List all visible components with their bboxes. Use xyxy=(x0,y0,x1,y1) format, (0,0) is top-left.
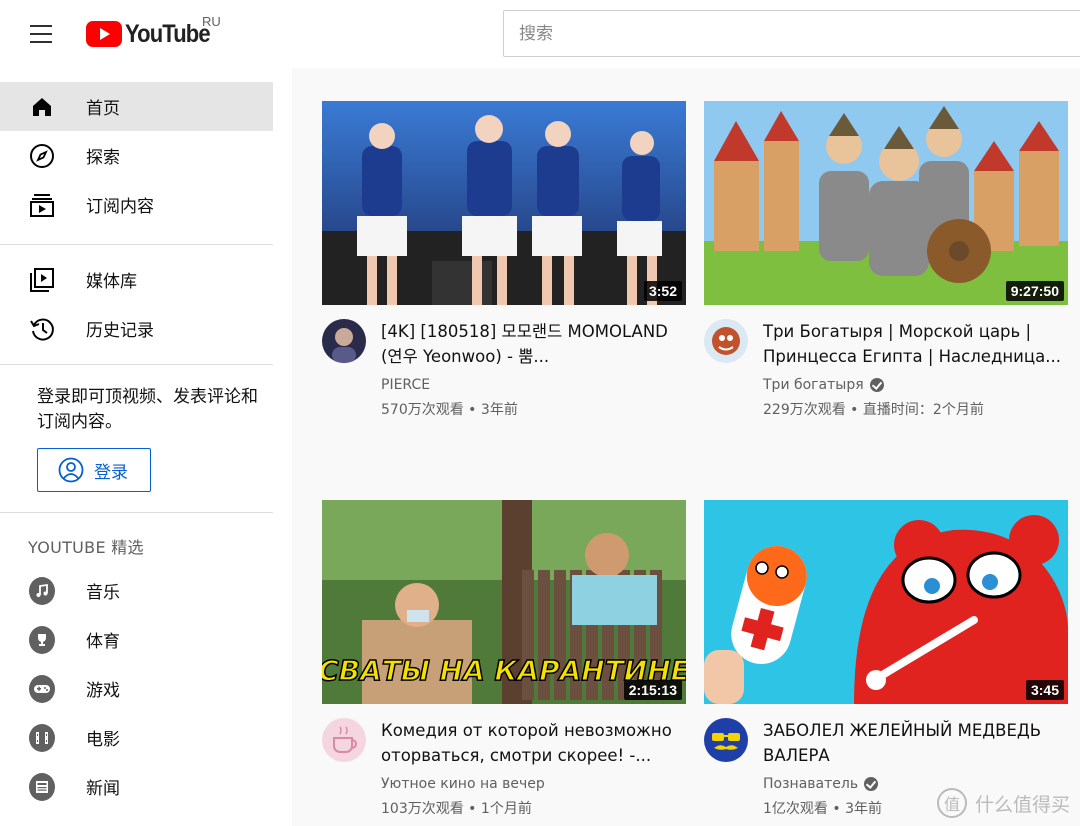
search-input[interactable] xyxy=(504,11,1080,56)
video-card[interactable]: 3:52 [4K] [180518] 모모랜드 MOMOLAND (연우 Yeo… xyxy=(322,101,686,418)
watermark-text: 什么值得买 xyxy=(974,793,1070,816)
video-duration: 3:45 xyxy=(1025,680,1064,700)
channel-name[interactable]: Уютное кино на вечер xyxy=(381,776,545,792)
sidebar-divider xyxy=(0,512,273,513)
video-grid: 3:52 [4K] [180518] 모모랜드 MOMOLAND (연우 Yeo… xyxy=(292,68,1080,826)
channel-name[interactable]: Познаватель xyxy=(763,776,879,792)
sidebar-item-label: 首页 xyxy=(86,99,120,119)
verified-icon xyxy=(864,777,879,791)
history-icon xyxy=(29,316,55,342)
video-card[interactable]: 9:27:50 Три Богатыря | Морской царь | Пр… xyxy=(704,101,1068,418)
sidebar-item-movies[interactable]: 电影 xyxy=(0,713,273,762)
sidebar-item-label: 游戏 xyxy=(86,681,120,701)
top-bar: YouTube RU xyxy=(0,0,1080,68)
account-icon xyxy=(58,457,84,483)
video-meta: 103万次观看 • 1个月前 xyxy=(381,798,532,818)
channel-name[interactable]: PIERCE xyxy=(381,377,430,393)
sidebar-item-sports[interactable]: 体育 xyxy=(0,615,273,664)
sidebar-item-label: 媒体库 xyxy=(86,272,137,292)
video-thumbnail[interactable]: 3:45 xyxy=(704,500,1068,704)
video-duration: 2:15:13 xyxy=(623,680,682,700)
sidebar-item-label: 电影 xyxy=(86,730,120,750)
sidebar: 首页 探索 订阅内容 媒体库 历史记录 登录即可顶视频、发表评论和订阅内容。 登… xyxy=(0,68,292,826)
sidebar-item-subscriptions[interactable]: 订阅内容 xyxy=(0,180,273,229)
sidebar-item-home[interactable]: 首页 xyxy=(0,82,273,131)
channel-name[interactable]: Три богатыря xyxy=(763,377,884,393)
search-box[interactable] xyxy=(503,10,1080,57)
video-title[interactable]: [4K] [180518] 모모랜드 MOMOLAND (연우 Yeonwoo)… xyxy=(381,319,681,369)
sidebar-item-label: 探索 xyxy=(86,148,120,168)
menu-icon[interactable] xyxy=(26,20,56,48)
compass-icon xyxy=(29,143,55,169)
video-card[interactable]: СВАТЫ НА КАРАНТИНЕ 2:15:13 Комедия от ко… xyxy=(322,500,686,817)
channel-avatar[interactable] xyxy=(704,319,748,363)
sidebar-item-news[interactable]: 新闻 xyxy=(0,762,273,811)
trophy-icon xyxy=(29,625,55,654)
view-count: 570万次观看 xyxy=(381,402,464,418)
video-title[interactable]: Три Богатыря | Морской царь | Принцесса … xyxy=(763,319,1063,369)
video-duration: 3:52 xyxy=(643,281,682,301)
view-count: 103万次观看 xyxy=(381,801,464,817)
video-age: 3年前 xyxy=(480,402,518,418)
sidebar-item-music[interactable]: 音乐 xyxy=(0,566,273,615)
meta-separator: • xyxy=(463,402,481,418)
film-icon xyxy=(29,723,55,752)
watermark-icon: 值 xyxy=(936,788,967,818)
meta-separator: • xyxy=(827,801,846,817)
video-thumbnail[interactable]: СВАТЫ НА КАРАНТИНЕ 2:15:13 xyxy=(322,500,686,704)
region-code: RU xyxy=(202,14,221,29)
sidebar-item-gaming[interactable]: 游戏 xyxy=(0,664,273,713)
channel-name-text: Уютное кино на вечер xyxy=(381,776,545,792)
home-icon xyxy=(29,94,55,120)
sidebar-item-label: 体育 xyxy=(86,632,120,652)
sidebar-item-library[interactable]: 媒体库 xyxy=(0,255,273,304)
view-count: 229万次观看 xyxy=(763,402,846,418)
youtube-play-icon xyxy=(86,21,122,47)
sidebar-item-label: 订阅内容 xyxy=(86,197,154,217)
verified-icon xyxy=(869,378,884,392)
watermark: 值 什么值得买 xyxy=(936,788,1070,818)
sidebar-divider xyxy=(0,364,273,365)
channel-name-text: Познаватель xyxy=(763,776,859,792)
video-title[interactable]: Комедия от которой невозможно оторваться… xyxy=(381,718,681,768)
view-count: 1亿次观看 xyxy=(763,801,828,817)
sidebar-item-history[interactable]: 历史记录 xyxy=(0,304,273,353)
channel-name-text: PIERCE xyxy=(381,377,431,393)
signin-prompt: 登录即可顶视频、发表评论和订阅内容。 xyxy=(37,387,258,432)
video-age: 1个月前 xyxy=(480,801,532,817)
sidebar-item-explore[interactable]: 探索 xyxy=(0,131,273,180)
channel-avatar[interactable] xyxy=(704,718,748,762)
library-icon xyxy=(29,267,55,293)
signin-button[interactable]: 登录 xyxy=(37,448,151,492)
video-thumbnail[interactable]: 3:52 xyxy=(322,101,686,305)
best-of-title: YOUTUBE 精选 xyxy=(28,538,144,557)
sidebar-item-label: 音乐 xyxy=(86,583,120,603)
sidebar-item-label: 新闻 xyxy=(86,779,120,799)
video-duration: 9:27:50 xyxy=(1005,281,1064,301)
sidebar-item-label: 历史记录 xyxy=(86,321,154,341)
channel-avatar[interactable] xyxy=(322,718,366,762)
meta-separator: • xyxy=(845,402,863,418)
channel-avatar[interactable] xyxy=(322,319,366,363)
video-age: 3年前 xyxy=(845,801,883,817)
logo-text: YouTube xyxy=(125,19,211,48)
music-icon xyxy=(29,576,55,605)
gamepad-icon xyxy=(29,674,55,703)
video-meta: 1亿次观看 • 3年前 xyxy=(763,798,882,818)
video-thumbnail[interactable]: 9:27:50 xyxy=(704,101,1068,305)
meta-separator: • xyxy=(463,801,481,817)
video-age: 直播时间：2个月前 xyxy=(862,402,984,418)
news-icon xyxy=(29,772,55,801)
sidebar-divider xyxy=(0,244,273,245)
video-card[interactable]: 3:45 ЗАБОЛЕЛ ЖЕЛЕЙНЫЙ МЕДВЕДЬ ВАЛЕРА Поз… xyxy=(704,500,1068,817)
video-meta: 229万次观看 • 直播时间：2个月前 xyxy=(763,399,984,419)
signin-button-label: 登录 xyxy=(94,462,128,483)
channel-name-text: Три богатыря xyxy=(763,377,864,393)
subscriptions-icon xyxy=(29,192,55,218)
video-title[interactable]: ЗАБОЛЕЛ ЖЕЛЕЙНЫЙ МЕДВЕДЬ ВАЛЕРА xyxy=(763,718,1063,768)
video-meta: 570万次观看 • 3年前 xyxy=(381,399,518,419)
youtube-logo[interactable]: YouTube xyxy=(86,18,221,50)
